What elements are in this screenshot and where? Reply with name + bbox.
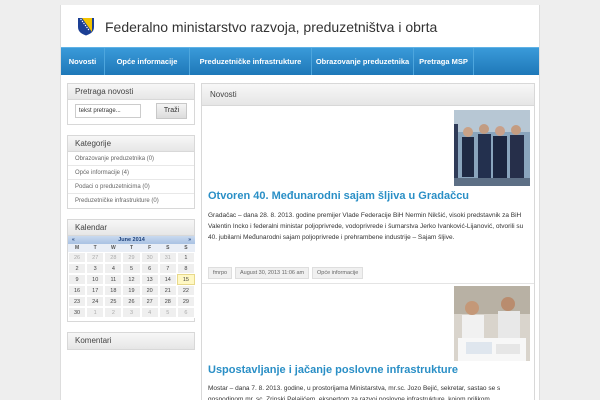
post-author-tag[interactable]: fmrpo [208,267,233,279]
search-widget-title: Pretraga novosti [68,84,194,100]
calendar-day[interactable]: 27 [86,252,105,263]
calendar-day[interactable]: 10 [86,274,105,285]
calendar-day[interactable]: 12 [122,274,141,285]
post-title[interactable]: Uspostavljanje i jačanje poslovne infras… [208,364,458,376]
calendar: « June 2014 » M T W T F S S 26 27 28 29 30 31 1 2 3 4 5 6 7… [68,236,195,318]
calendar-day[interactable]: 30 [140,252,159,263]
post-photo[interactable] [454,286,530,361]
nav-item-pretraga-msp[interactable]: Pretraga MSP [414,48,474,75]
news-content: Novosti Otvoren 40. Međunarodni sajam šl… [201,83,535,400]
calendar-day[interactable]: 18 [104,285,123,296]
post-photo[interactable] [454,110,530,186]
nav-item-opce-informacije[interactable]: Opće informacije [105,48,190,75]
calendar-weekday: S [158,244,177,252]
calendar-weekday: M [68,244,87,252]
calendar-day[interactable]: 8 [176,263,195,274]
categories-widget: Kategorije Obrazovanje preduzetnika (0) … [67,135,195,209]
main-nav: Novosti Opće informacije Preduzetničke i… [61,47,539,75]
post-date-tag[interactable]: August 30, 2013 11:06 am [235,267,310,279]
site-title[interactable]: Federalno ministarstvo razvoja, preduzet… [105,19,437,35]
search-widget: Pretraga novosti tekst pretrage... Traži [67,83,195,125]
calendar-widget: Kalendar « June 2014 » M T W T F S S 26 27 28 29 30… [67,219,195,322]
calendar-prev-icon[interactable]: « [72,236,75,244]
calendar-day[interactable]: 29 [122,252,141,263]
search-input[interactable]: tekst pretrage... [75,104,141,118]
calendar-day[interactable]: 5 [122,263,141,274]
calendar-day[interactable]: 28 [104,252,123,263]
calendar-day[interactable]: 23 [68,296,87,307]
calendar-day[interactable]: 29 [176,296,195,307]
calendar-weekday: T [122,244,141,252]
calendar-day[interactable]: 27 [140,296,159,307]
calendar-day[interactable]: 17 [86,285,105,296]
categories-widget-title: Kategorije [68,136,194,152]
category-item-opce-informacije[interactable]: Opće informacije (4) [68,166,194,180]
calendar-day[interactable]: 2 [104,307,123,318]
category-item-infrastrukture[interactable]: Preduzetničke infrastrukture (0) [68,194,194,208]
calendar-day[interactable]: 30 [68,307,87,318]
calendar-day[interactable]: 3 [86,263,105,274]
calendar-day[interactable]: 14 [158,274,177,285]
content-title: Novosti [202,84,534,106]
calendar-day[interactable]: 2 [68,263,87,274]
calendar-day[interactable]: 26 [68,252,87,263]
calendar-day[interactable]: 4 [140,307,159,318]
calendar-day[interactable]: 25 [104,296,123,307]
post-excerpt: Gradačac – dana 28. 8. 2013. godine prem… [208,212,524,241]
calendar-day[interactable]: 28 [158,296,177,307]
calendar-weekday: W [104,244,123,252]
calendar-day[interactable]: 20 [140,285,159,296]
calendar-weekday: T [86,244,105,252]
page: Federalno ministarstvo razvoja, preduzet… [60,5,540,400]
site-header: Federalno ministarstvo razvoja, preduzet… [61,5,539,46]
calendar-day[interactable]: 1 [176,252,195,263]
calendar-widget-title: Kalendar [68,220,194,236]
calendar-day[interactable]: 22 [176,285,195,296]
post-category-tag[interactable]: Opće informacije [312,267,364,279]
calendar-grid: M T W T F S S 26 27 28 29 30 31 1 2 3 4 5 6 7 8 9 10 11 12 13 14 15… [68,244,195,318]
calendar-day[interactable]: 3 [122,307,141,318]
calendar-day[interactable]: 4 [104,263,123,274]
post-divider [202,283,534,284]
category-item-podaci[interactable]: Podaci o preduzetnicima (0) [68,180,194,194]
category-item-obrazovanje[interactable]: Obrazovanje preduzetnika (0) [68,152,194,166]
calendar-day[interactable]: 21 [158,285,177,296]
calendar-day[interactable]: 6 [176,307,195,318]
nav-item-obrazovanje-preduzetnika[interactable]: Obrazovanje preduzetnika [312,48,414,75]
comments-widget-title: Komentari [68,333,194,349]
nav-item-preduzetnicke-infrastrukture[interactable]: Preduzetničke infrastrukture [190,48,312,75]
calendar-day[interactable]: 26 [122,296,141,307]
post-excerpt: Mostar – dana 7. 8. 2013. godine, u pros… [208,385,501,400]
nav-item-novosti[interactable]: Novosti [61,48,105,75]
calendar-day[interactable]: 31 [158,252,177,263]
calendar-day[interactable]: 6 [140,263,159,274]
calendar-weekday: S [176,244,195,252]
calendar-day[interactable]: 5 [158,307,177,318]
calendar-header: « June 2014 » [68,236,195,244]
bosnia-flag-icon[interactable] [76,16,96,36]
calendar-month: June 2014 [118,237,145,243]
calendar-day[interactable]: 13 [140,274,159,285]
post-title[interactable]: Otvoren 40. Međunarodni sajam šljiva u G… [208,190,469,202]
calendar-day[interactable]: 9 [68,274,87,285]
search-button[interactable]: Traži [156,103,187,119]
calendar-next-icon[interactable]: » [188,236,191,244]
calendar-day[interactable]: 7 [158,263,177,274]
calendar-day[interactable]: 16 [68,285,87,296]
calendar-weekday: F [140,244,159,252]
calendar-day[interactable]: 15 [176,274,195,285]
calendar-day[interactable]: 1 [86,307,105,318]
calendar-day[interactable]: 24 [86,296,105,307]
comments-widget: Komentari [67,332,195,350]
calendar-day[interactable]: 19 [122,285,141,296]
calendar-day[interactable]: 11 [104,274,123,285]
